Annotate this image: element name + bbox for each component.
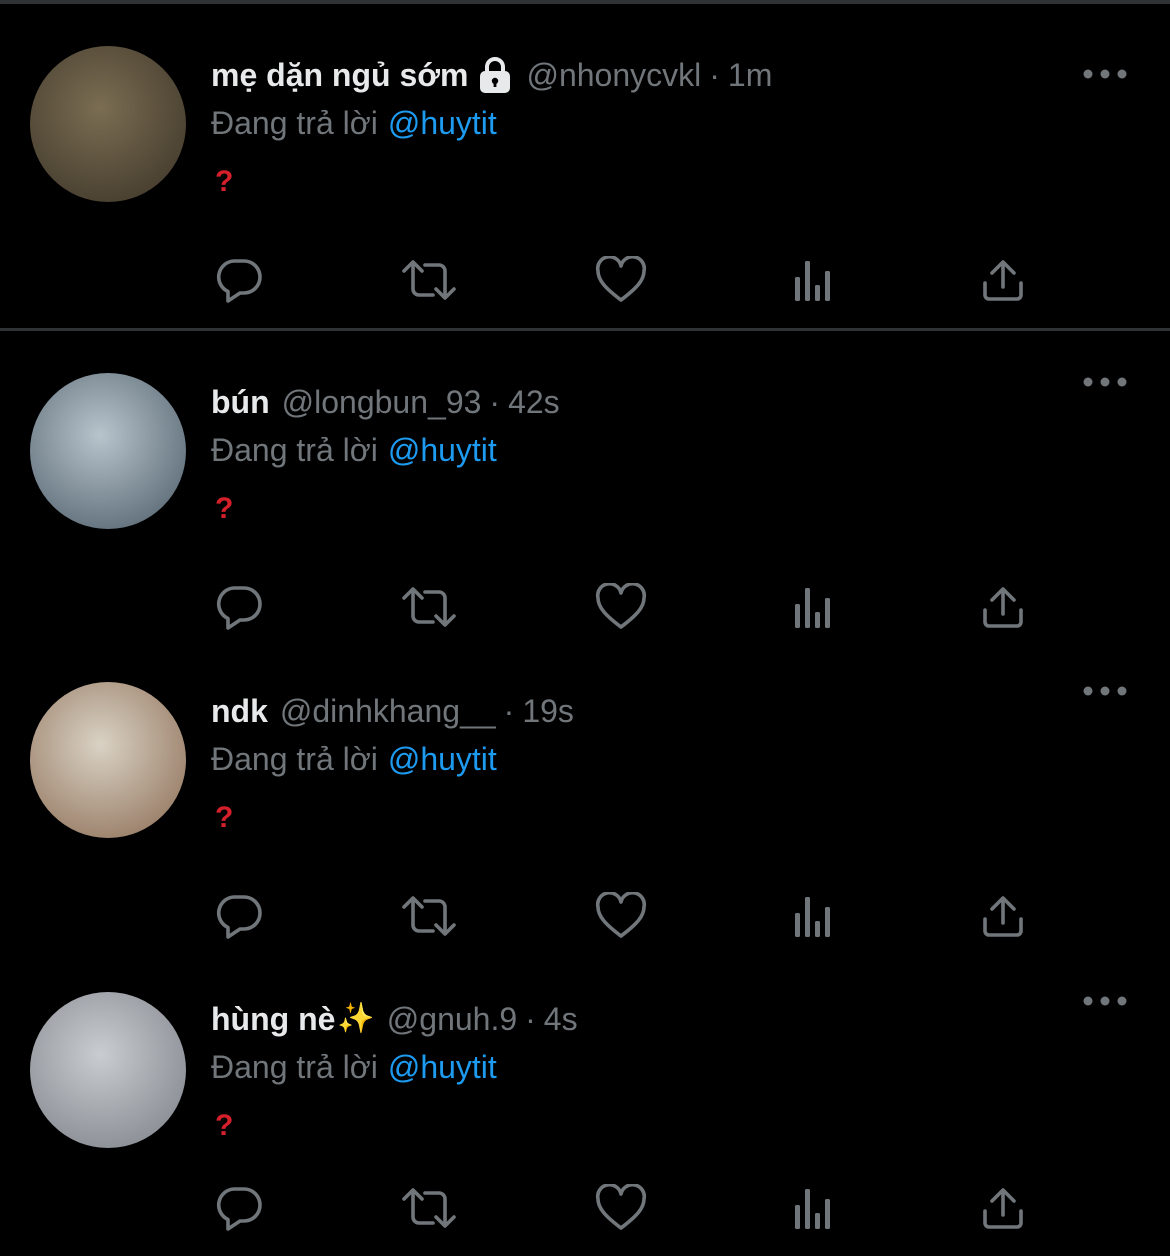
handle[interactable]: @gnuh.9	[387, 999, 517, 1039]
share-button[interactable]	[975, 1180, 1031, 1236]
views-icon	[791, 893, 835, 939]
retweet-icon	[400, 582, 458, 632]
more-horizontal-icon	[1080, 59, 1130, 89]
replying-to-link[interactable]: @huytit	[388, 432, 497, 468]
share-button[interactable]	[975, 579, 1031, 635]
reply-button[interactable]	[211, 1180, 267, 1236]
more-button[interactable]	[1080, 676, 1130, 706]
views-icon	[791, 584, 835, 630]
handle[interactable]: @dinhkhang__	[280, 691, 496, 731]
retweet-button[interactable]	[401, 1180, 457, 1236]
retweet-button[interactable]	[401, 579, 457, 635]
replying-to: Đang trả lời @huytit	[211, 103, 497, 143]
retweet-icon	[400, 891, 458, 941]
sparkles-emoji: ✨	[337, 1002, 375, 1035]
tweet-actions	[211, 888, 1041, 944]
reply-icon	[214, 582, 264, 632]
tweet-body: ?	[215, 801, 234, 834]
views-button[interactable]	[785, 252, 841, 308]
like-button[interactable]	[593, 888, 649, 944]
reply-icon	[214, 1183, 264, 1233]
like-icon	[595, 1184, 647, 1232]
replying-to-label: Đang trả lời	[211, 432, 378, 468]
tweet-body: ?	[215, 1109, 234, 1142]
more-horizontal-icon	[1080, 986, 1130, 1016]
more-button[interactable]	[1080, 367, 1130, 397]
replying-to: Đang trả lời @huytit	[211, 430, 497, 470]
tweet-body: ?	[215, 492, 234, 525]
share-button[interactable]	[975, 252, 1031, 308]
views-icon	[791, 257, 835, 303]
reply-icon	[214, 891, 264, 941]
more-horizontal-icon	[1080, 367, 1130, 397]
replying-to-link[interactable]: @huytit	[388, 105, 497, 141]
replying-to: Đang trả lời @huytit	[211, 739, 497, 779]
like-button[interactable]	[593, 252, 649, 308]
replying-to-link[interactable]: @huytit	[388, 741, 497, 777]
share-icon	[980, 584, 1026, 630]
display-name[interactable]: mẹ dặn ngủ sớm	[211, 55, 468, 95]
display-name[interactable]: ndk	[211, 691, 268, 731]
retweet-button[interactable]	[401, 252, 457, 308]
tweet-actions	[211, 252, 1041, 308]
timestamp[interactable]: 42s	[508, 382, 560, 422]
reply-button[interactable]	[211, 252, 267, 308]
share-icon	[980, 257, 1026, 303]
retweet-button[interactable]	[401, 888, 457, 944]
replying-to: Đang trả lời @huytit	[211, 1047, 497, 1087]
avatar[interactable]	[30, 992, 186, 1148]
tweet-1[interactable]: mẹ dặn ngủ sớm @nhonycvkl · 1m Đang trả …	[0, 4, 1170, 309]
like-button[interactable]	[593, 1180, 649, 1236]
like-icon	[595, 256, 647, 304]
tweet-actions	[211, 579, 1041, 635]
handle[interactable]: @longbun_93	[282, 382, 482, 422]
like-icon	[595, 583, 647, 631]
tweet-header: ndk @dinhkhang__ · 19s	[211, 691, 574, 731]
like-icon	[595, 892, 647, 940]
avatar[interactable]	[30, 682, 186, 838]
tweet-header: mẹ dặn ngủ sớm @nhonycvkl · 1m	[211, 55, 772, 95]
more-button[interactable]	[1080, 986, 1130, 1016]
separator: ·	[709, 57, 720, 93]
replying-to-link[interactable]: @huytit	[388, 1049, 497, 1085]
retweet-icon	[400, 1183, 458, 1233]
handle[interactable]: @nhonycvkl	[526, 55, 701, 95]
views-button[interactable]	[785, 888, 841, 944]
timestamp[interactable]: 1m	[728, 55, 772, 95]
reply-button[interactable]	[211, 888, 267, 944]
tweet-actions	[211, 1180, 1041, 1236]
more-button[interactable]	[1080, 59, 1130, 89]
separator: ·	[525, 1001, 536, 1037]
lock-icon	[476, 55, 514, 95]
tweet-header: bún @longbun_93 · 42s	[211, 382, 560, 422]
tweet-2[interactable]: bún @longbun_93 · 42s Đang trả lời @huyti…	[0, 331, 1170, 636]
avatar[interactable]	[30, 373, 186, 529]
tweet-4[interactable]: hùng nè ✨ @gnuh.9 · 4s Đang trả lời @huyt…	[0, 950, 1170, 1255]
more-horizontal-icon	[1080, 676, 1130, 706]
replying-to-label: Đang trả lời	[211, 741, 378, 777]
display-name[interactable]: hùng nè	[211, 999, 335, 1039]
reply-icon	[214, 255, 264, 305]
separator: ·	[503, 693, 515, 729]
views-button[interactable]	[785, 1180, 841, 1236]
tweet-3[interactable]: ndk @dinhkhang__ · 19s Đang trả lời @huyt…	[0, 640, 1170, 945]
tweet-body: ?	[215, 165, 234, 198]
views-button[interactable]	[785, 579, 841, 635]
replying-to-label: Đang trả lời	[211, 105, 378, 141]
retweet-icon	[400, 255, 458, 305]
share-icon	[980, 893, 1026, 939]
separator: ·	[489, 384, 501, 420]
tweet-header: hùng nè ✨ @gnuh.9 · 4s	[211, 999, 578, 1039]
views-icon	[791, 1185, 835, 1231]
timestamp[interactable]: 4s	[544, 999, 578, 1039]
avatar[interactable]	[30, 46, 186, 202]
share-button[interactable]	[975, 888, 1031, 944]
timestamp[interactable]: 19s	[522, 691, 574, 731]
share-icon	[980, 1185, 1026, 1231]
reply-button[interactable]	[211, 579, 267, 635]
like-button[interactable]	[593, 579, 649, 635]
replying-to-label: Đang trả lời	[211, 1049, 378, 1085]
display-name[interactable]: bún	[211, 382, 270, 422]
